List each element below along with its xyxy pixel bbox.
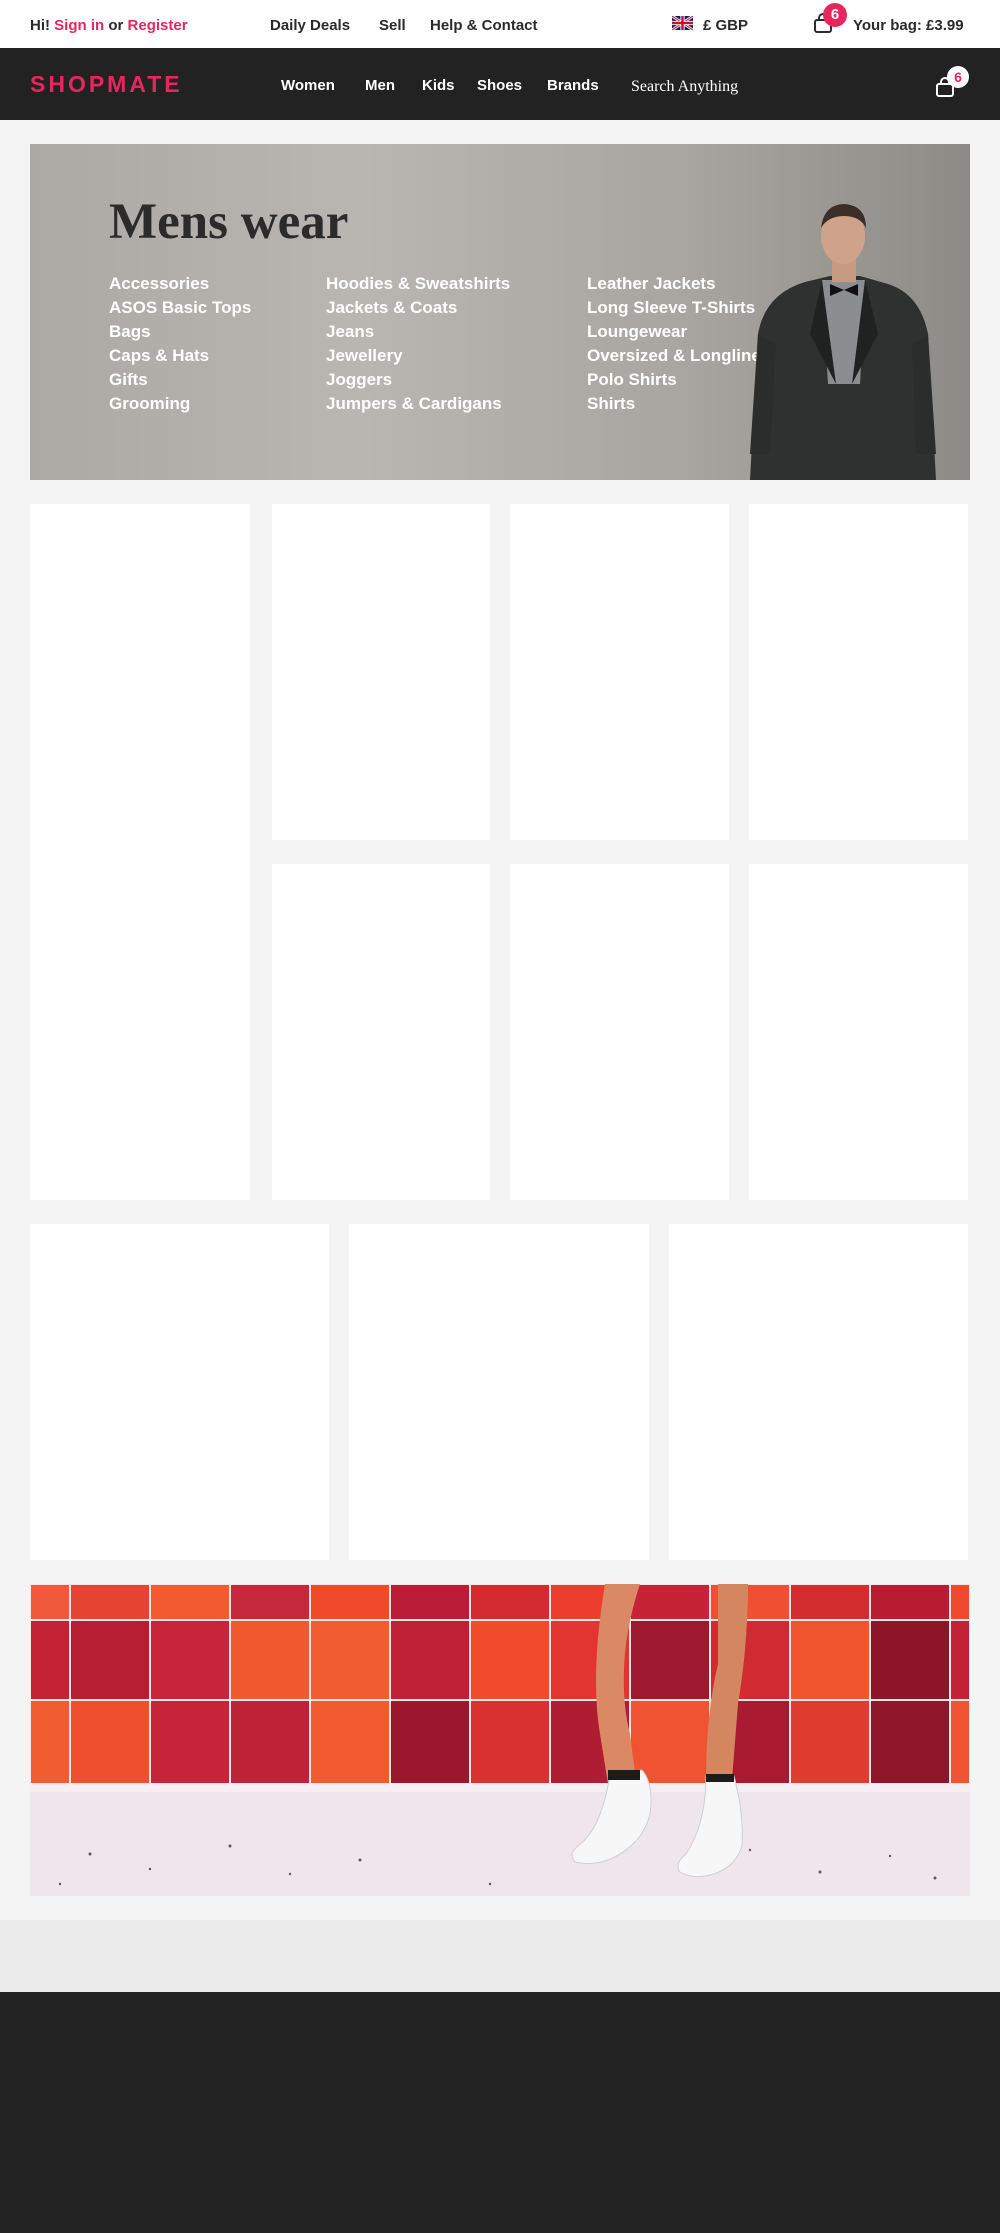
category-link[interactable]: Jackets & Coats: [326, 296, 510, 320]
product-tile[interactable]: [30, 1224, 329, 1560]
product-tile[interactable]: [349, 1224, 649, 1560]
category-link[interactable]: Caps & Hats: [109, 344, 251, 368]
product-tile[interactable]: [510, 504, 729, 840]
main-navbar: SHOPMATE Women Men Kids Shoes Brands Sea…: [0, 48, 1000, 120]
or-text: or: [108, 17, 124, 34]
product-tile[interactable]: [30, 504, 250, 1200]
category-link[interactable]: Joggers: [326, 368, 510, 392]
product-tile[interactable]: [669, 1224, 968, 1560]
product-tile[interactable]: [272, 864, 490, 1200]
product-tile[interactable]: [749, 504, 968, 840]
category-link[interactable]: Hoodies & Sweatshirts: [326, 272, 510, 296]
uk-flag-icon[interactable]: [672, 16, 693, 30]
bag-total[interactable]: Your bag: £3.99: [853, 16, 964, 36]
category-column: Accessories ASOS Basic Tops Bags Caps & …: [109, 272, 251, 416]
category-link[interactable]: Bags: [109, 320, 251, 344]
nav-women[interactable]: Women: [281, 76, 335, 96]
product-tile[interactable]: [749, 864, 968, 1200]
sell-link[interactable]: Sell: [379, 16, 406, 36]
register-link[interactable]: Register: [128, 17, 188, 34]
category-link[interactable]: Grooming: [109, 392, 251, 416]
category-link[interactable]: ASOS Basic Tops: [109, 296, 251, 320]
footer: [0, 1992, 1000, 2233]
product-tile[interactable]: [272, 504, 490, 840]
product-tile[interactable]: [510, 864, 729, 1200]
nav-bag-count-badge: 6: [947, 66, 969, 88]
currency-selector[interactable]: £ GBP: [703, 16, 748, 36]
nav-kids[interactable]: Kids: [422, 76, 455, 96]
help-contact-link[interactable]: Help & Contact: [430, 16, 538, 36]
nav-brands[interactable]: Brands: [547, 76, 599, 96]
category-link[interactable]: Jeans: [326, 320, 510, 344]
sign-in-link[interactable]: Sign in: [54, 17, 104, 34]
sneakers-banner[interactable]: [30, 1584, 970, 1896]
search-input[interactable]: Search Anything: [631, 77, 738, 97]
daily-deals-link[interactable]: Daily Deals: [270, 16, 350, 36]
bag-count-badge: 6: [823, 3, 847, 27]
greeting-text: Hi!: [30, 17, 50, 34]
model-image: [750, 204, 936, 480]
sneakers-banner-image: [30, 1584, 970, 1896]
mens-wear-hero: Mens wear Accessories ASOS Basic Tops Ba…: [30, 144, 970, 480]
category-link[interactable]: Accessories: [109, 272, 251, 296]
nav-shoes[interactable]: Shoes: [477, 76, 522, 96]
category-link[interactable]: Jewellery: [326, 344, 510, 368]
category-link[interactable]: Jumpers & Cardigans: [326, 392, 510, 416]
top-bar: Hi! Sign in or Register Daily Deals Sell…: [0, 0, 1000, 48]
footer-top-strip: [0, 1920, 1000, 1992]
nav-men[interactable]: Men: [365, 76, 395, 96]
user-greeting: Hi! Sign in or Register: [30, 16, 188, 36]
hero-title: Mens wear: [109, 194, 349, 250]
category-link[interactable]: Gifts: [109, 368, 251, 392]
logo[interactable]: SHOPMATE: [30, 71, 183, 97]
category-column: Hoodies & Sweatshirts Jackets & Coats Je…: [326, 272, 510, 416]
